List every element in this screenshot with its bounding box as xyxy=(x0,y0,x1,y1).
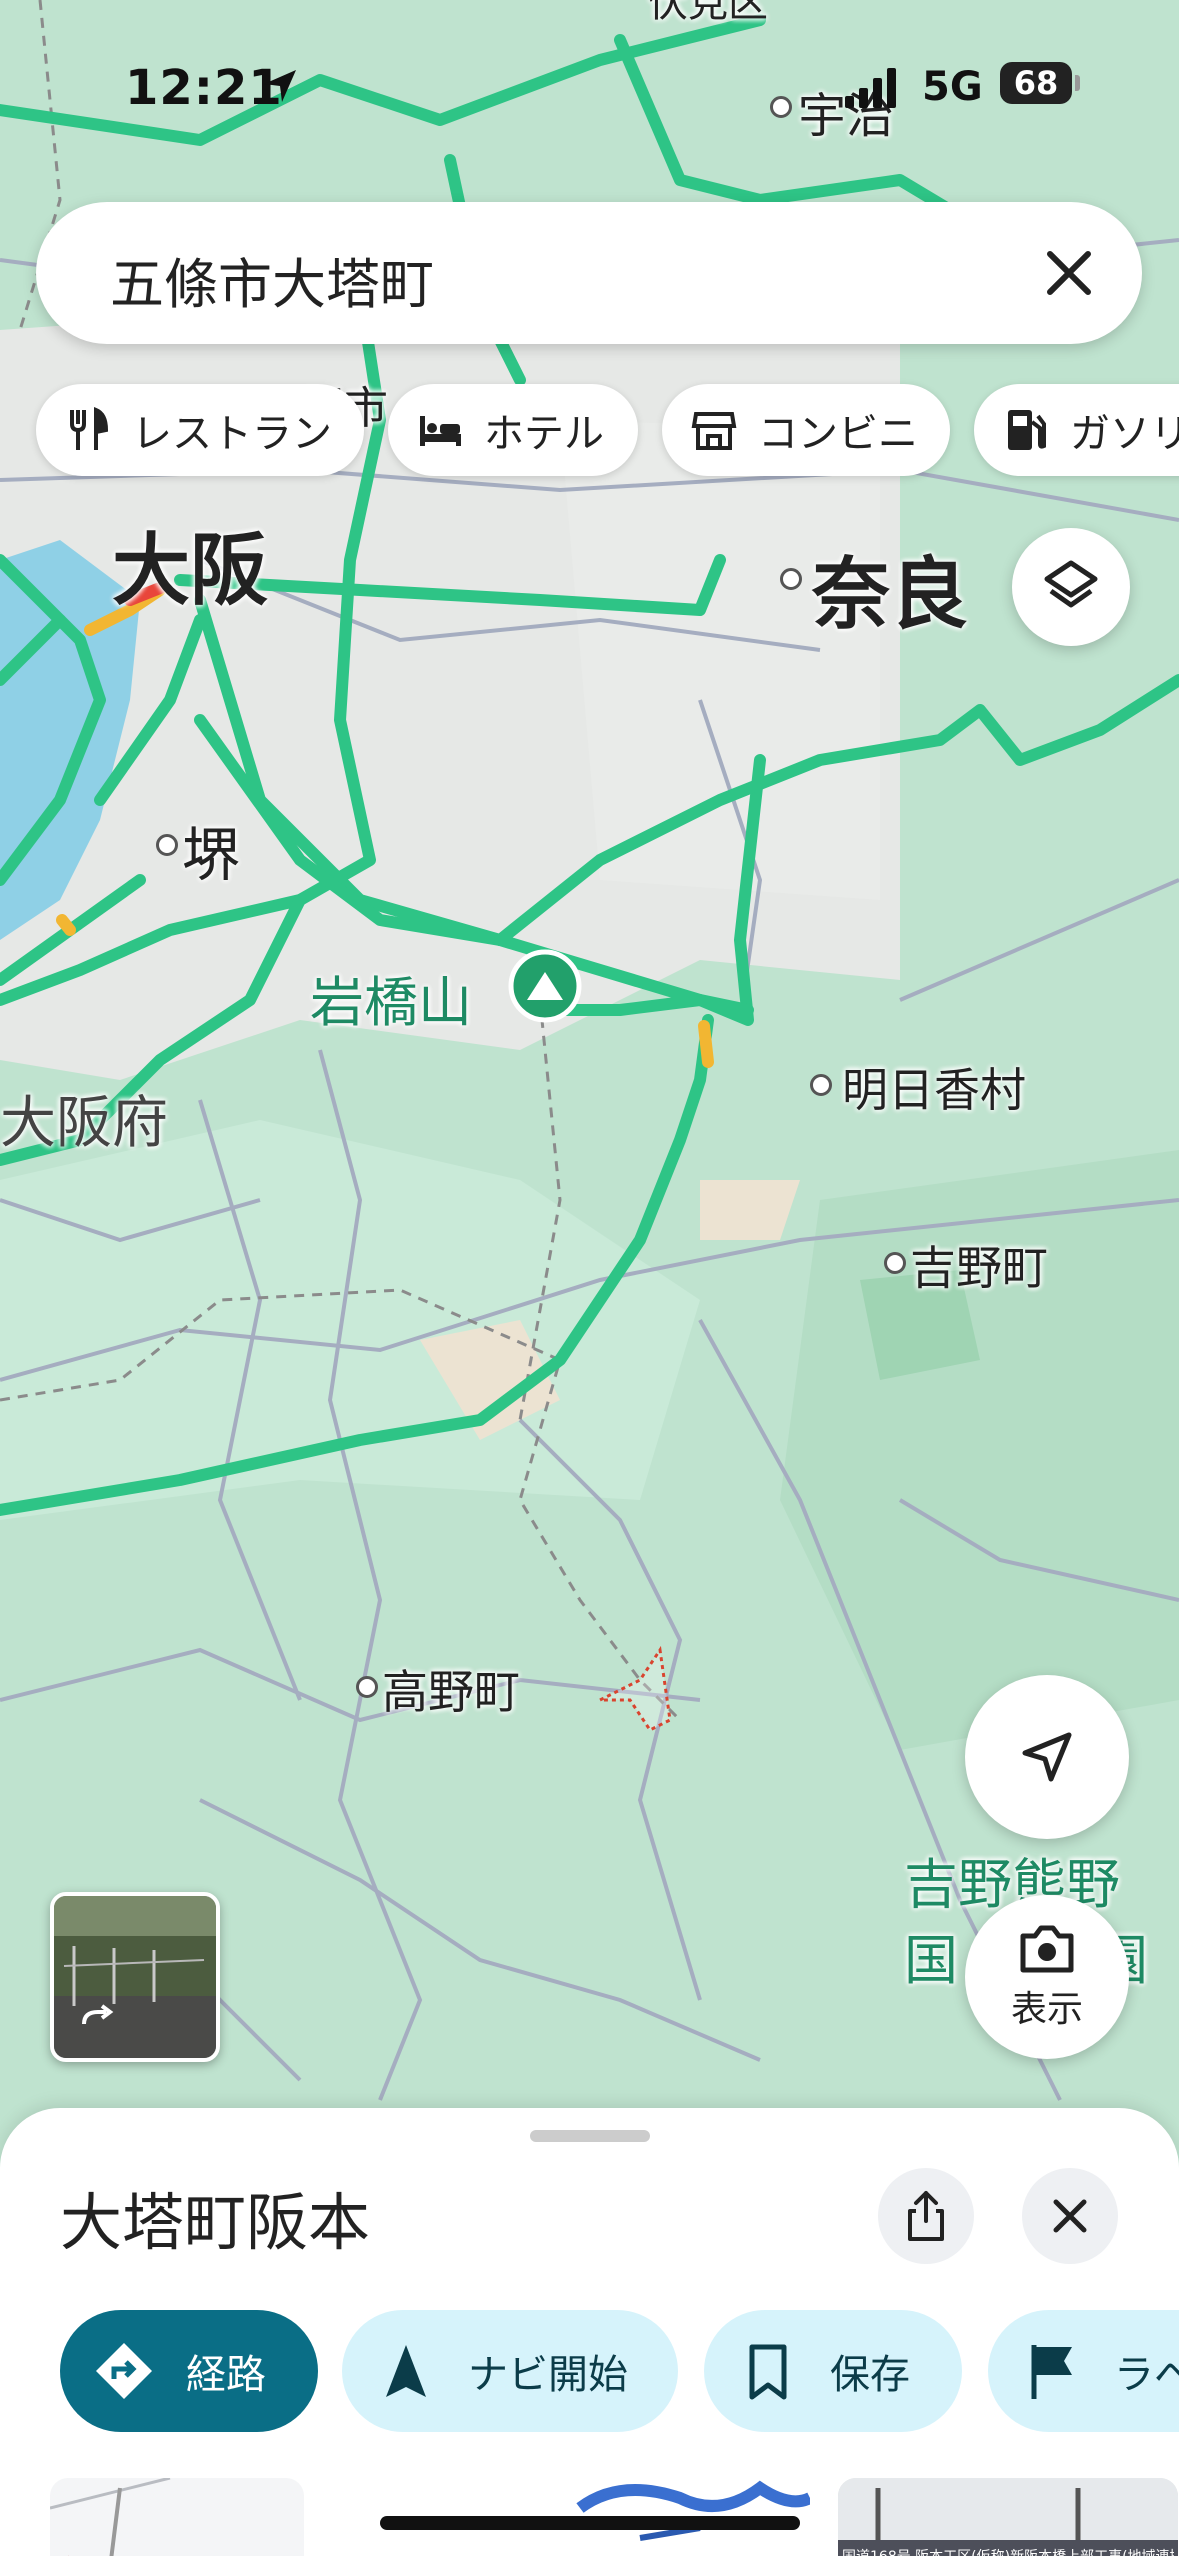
signal-icon xyxy=(845,68,896,108)
map-dot-yoshino xyxy=(884,1252,906,1274)
network-type: 5G xyxy=(922,64,983,110)
directions-label: 経路 xyxy=(186,2352,266,2398)
close-sheet-button[interactable] xyxy=(1022,2168,1118,2264)
map-label-osaka[interactable]: 大阪 xyxy=(112,508,268,620)
photo-caption: 国道168号 阪本工区(仮称)新阪本橋上部工事(地域連携) xyxy=(842,2546,1174,2556)
chip-convenience-store[interactable]: コンビニ xyxy=(662,384,950,476)
map-label-koya[interactable]: 高野町 xyxy=(382,1656,520,1722)
map-label-iwahashiyama[interactable]: 岩橋山 xyxy=(310,958,472,1037)
gas-station-icon xyxy=(1008,410,1046,450)
map-label-asuka[interactable]: 明日香村 xyxy=(842,1054,1026,1120)
share-icon xyxy=(908,2191,944,2241)
map-dot-koya xyxy=(356,1676,378,1698)
store-icon xyxy=(691,412,737,450)
street-view-thumbnail[interactable] xyxy=(50,1892,220,2062)
map-label-yoshino[interactable]: 吉野町 xyxy=(910,1232,1048,1298)
chip-gas-station[interactable]: ガソリ xyxy=(974,384,1179,476)
map-label-park-line2[interactable]: 国 xyxy=(904,1916,958,1995)
battery-level: 68 xyxy=(1013,64,1059,102)
chip-label: コンビニ xyxy=(758,411,918,457)
close-icon xyxy=(1053,2199,1087,2233)
share-button[interactable] xyxy=(878,2168,974,2264)
action-buttons: 経路 ナビ開始 保存 ラベ xyxy=(0,2310,1179,2432)
bookmark-icon xyxy=(749,2344,787,2400)
chip-label: レストラン xyxy=(132,411,332,457)
map-label-osaka-pref[interactable]: 大阪府 xyxy=(0,1078,168,1159)
label-button[interactable]: ラベ xyxy=(988,2310,1179,2432)
start-navigation-button[interactable]: ナビ開始 xyxy=(342,2310,678,2432)
photo-image xyxy=(838,2478,1178,2556)
lens-label: 表示 xyxy=(1010,1989,1083,2030)
chip-label: ホテル xyxy=(484,411,604,457)
drag-handle[interactable] xyxy=(530,2130,650,2142)
lens-button[interactable]: 表示 xyxy=(965,1895,1129,2059)
photo-thumbnail[interactable]: 国道168号 阪本工区(仮称)新阪本橋上部工事(地域連携) xyxy=(838,2478,1178,2556)
directions-button[interactable]: 経路 xyxy=(60,2310,318,2432)
photo-thumbnail[interactable] xyxy=(50,2478,304,2556)
layers-icon xyxy=(1044,560,1098,608)
street-view-image xyxy=(54,1896,216,2058)
chip-restaurant[interactable]: レストラン xyxy=(36,384,364,476)
flag-icon xyxy=(1031,2345,1072,2399)
navigation-icon xyxy=(386,2345,426,2397)
my-location-button[interactable] xyxy=(965,1675,1129,1839)
map-label-partial-top: 伏見区 xyxy=(648,0,768,26)
place-sheet[interactable]: 大塔町阪本 経路 ナビ開始 保存 ラベ xyxy=(0,2108,1179,2556)
close-icon[interactable] xyxy=(1036,240,1102,306)
navigation-arrow-icon xyxy=(1022,1732,1072,1782)
directions-icon xyxy=(96,2343,152,2399)
chip-hotel[interactable]: ホテル xyxy=(388,384,638,476)
place-title: 大塔町阪本 xyxy=(60,2186,371,2259)
camera-icon xyxy=(1020,1925,1074,1973)
hotel-icon xyxy=(420,416,461,446)
map-dot-asuka xyxy=(810,1074,832,1096)
photo-image xyxy=(50,2478,171,2556)
category-chips: レストラン ホテル コンビニ ガソリ xyxy=(36,384,1179,476)
restaurant-icon xyxy=(70,407,109,450)
map-dot-nara xyxy=(780,568,802,590)
save-label: 保存 xyxy=(830,2352,910,2398)
search-query[interactable]: 五條市大塔町 xyxy=(110,240,434,319)
map-label-sakai[interactable]: 堺 xyxy=(182,808,240,892)
search-bar[interactable]: 五條市大塔町 xyxy=(36,202,1142,344)
battery-icon: 68 xyxy=(1000,62,1080,104)
map-dot-sakai xyxy=(156,834,178,856)
map-label-nara[interactable]: 奈良 xyxy=(812,532,968,644)
chip-label: ガソリ xyxy=(1070,411,1179,457)
save-button[interactable]: 保存 xyxy=(704,2310,962,2432)
start-navigation-label: ナビ開始 xyxy=(468,2352,628,2398)
home-indicator[interactable] xyxy=(380,2516,800,2530)
layers-button[interactable] xyxy=(1012,528,1130,646)
label-button-label: ラベ xyxy=(1114,2352,1179,2398)
status-bar: 12:21 5G 68 xyxy=(0,50,1179,130)
location-arrow-icon xyxy=(264,70,296,102)
